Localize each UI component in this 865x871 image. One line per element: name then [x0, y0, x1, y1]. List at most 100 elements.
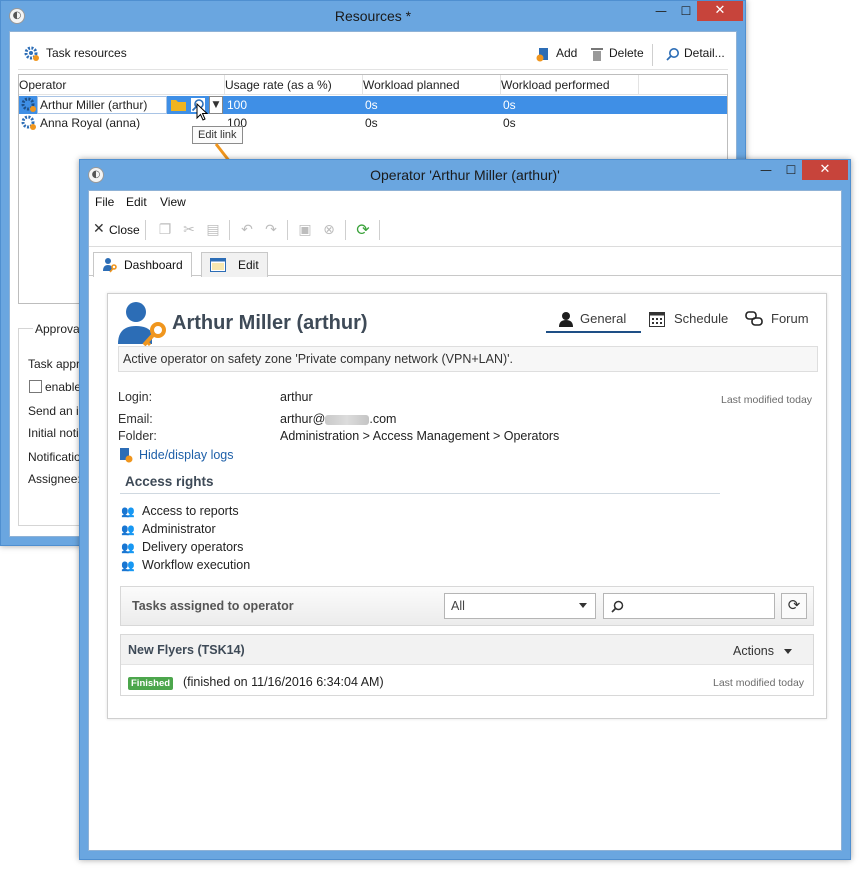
search-icon	[611, 600, 624, 613]
operator-toolbar: ✕ Close ❐ ✂ ▤ ↶ ↷ ▣ ⊗ ⟳	[89, 213, 841, 247]
task-filter-select[interactable]: All	[444, 593, 596, 619]
gear-person-icon	[24, 46, 39, 61]
nav-active-indicator	[546, 331, 641, 333]
menu-bar: File Edit View	[89, 191, 841, 213]
nav-general[interactable]: General	[580, 311, 626, 326]
table-row[interactable]: Arthur Miller (arthur) ▼ 100 0s 0s	[19, 96, 727, 114]
email-domain-redacted	[325, 414, 370, 425]
nav-forum[interactable]: Forum	[771, 311, 809, 326]
task-finished-text: (finished on 11/16/2016 6:34:04 AM)	[183, 675, 384, 689]
operator-avatar-icon	[118, 302, 166, 347]
tab-dashboard[interactable]: Dashboard	[93, 252, 192, 277]
maximize-icon[interactable]: ☐	[672, 1, 700, 21]
col-usage-rate[interactable]: Usage rate (as a %)	[225, 78, 332, 92]
group-icon: 👥	[121, 559, 135, 572]
access-right-item: 👥 Delivery operators	[121, 540, 243, 554]
minimize-icon[interactable]: —	[752, 160, 780, 180]
trash-icon	[591, 48, 603, 61]
close-icon[interactable]: ✕	[802, 160, 848, 180]
group-icon: 👥	[121, 523, 135, 536]
link-dropdown-button[interactable]: ▼	[209, 96, 223, 114]
access-rights-title: Access rights	[125, 474, 214, 489]
undo-icon[interactable]: ↶	[239, 222, 255, 238]
window-edit-icon	[210, 258, 226, 272]
access-right-label: Administrator	[142, 522, 216, 536]
tab-edit[interactable]: Edit	[201, 252, 268, 277]
operator-cell: Anna Royal (anna)	[40, 116, 141, 130]
folder-label: Folder:	[118, 429, 157, 443]
col-workload-performed[interactable]: Workload performed	[501, 78, 610, 92]
usage-rate-cell: 100	[227, 98, 248, 112]
grid-header: Operator Usage rate (as a %) Workload pl…	[19, 75, 727, 95]
enable-label: enable	[45, 380, 82, 394]
tab-edit-label: Edit	[238, 258, 259, 272]
tasks-title: Tasks assigned to operator	[132, 599, 294, 613]
paste-icon[interactable]: ▤	[205, 222, 221, 238]
delete-button[interactable]: Delete	[609, 46, 644, 60]
task-filter-value: All	[451, 599, 465, 613]
operator-link-value: Arthur Miller (arthur)	[40, 98, 148, 112]
send-label: Send an in	[28, 404, 86, 418]
operator-title-bar[interactable]: ◐ Operator 'Arthur Miller (arthur)' — ☐ …	[80, 160, 850, 190]
hide-display-logs-link[interactable]: Hide/display logs	[139, 448, 234, 462]
operator-icon	[21, 97, 36, 112]
refresh-icon[interactable]: ⟳	[355, 222, 371, 238]
task-header: New Flyers (TSK14) Actions	[121, 635, 813, 665]
task-search-input[interactable]	[603, 593, 775, 619]
task-actions-menu[interactable]: Actions	[733, 644, 792, 658]
close-icon[interactable]: ✕	[697, 1, 743, 21]
access-right-item: 👥 Administrator	[121, 522, 216, 536]
add-icon	[536, 48, 548, 62]
tasks-filter-bar: Tasks assigned to operator All ⟳	[120, 586, 814, 626]
toolbar-separator	[229, 220, 230, 240]
toolbar-separator	[287, 220, 288, 240]
chevron-down-icon	[579, 603, 587, 608]
folder-value: Administration > Access Management > Ope…	[280, 429, 560, 443]
save-icon[interactable]: ▣	[297, 222, 313, 238]
magnifier-icon	[666, 48, 679, 61]
operator-link-input[interactable]: Arthur Miller (arthur)	[37, 96, 167, 114]
task-name[interactable]: New Flyers (TSK14)	[128, 643, 245, 657]
operator-tabs: Dashboard Edit	[89, 248, 841, 277]
copy-icon[interactable]: ❐	[157, 222, 173, 238]
logs-icon	[120, 448, 133, 463]
access-right-label: Access to reports	[142, 504, 239, 518]
folder-icon[interactable]	[171, 98, 186, 111]
redo-icon[interactable]: ↷	[263, 222, 279, 238]
email-suffix: .com	[369, 412, 397, 426]
minimize-icon[interactable]: —	[647, 1, 675, 21]
email-value: arthur@ .com	[280, 412, 396, 426]
menu-file[interactable]: File	[95, 195, 114, 209]
menu-view[interactable]: View	[160, 195, 186, 209]
enable-checkbox[interactable]	[29, 380, 42, 393]
col-workload-planned[interactable]: Workload planned	[363, 78, 460, 92]
initial-notification-label: Initial noti	[28, 426, 79, 440]
operator-client: File Edit View ✕ Close ❐ ✂ ▤ ↶ ↷ ▣ ⊗ ⟳ D…	[88, 190, 842, 851]
nav-schedule[interactable]: Schedule	[674, 311, 728, 326]
operator-window: ◐ Operator 'Arthur Miller (arthur)' — ☐ …	[79, 159, 851, 860]
group-icon: 👥	[121, 541, 135, 554]
table-row[interactable]: Anna Royal (anna) 100 0s 0s	[19, 114, 727, 132]
access-right-label: Workflow execution	[142, 558, 251, 572]
operator-status-message: Active operator on safety zone 'Private …	[118, 346, 818, 372]
resources-window-title: Resources *	[334, 8, 412, 24]
close-button[interactable]: Close	[109, 223, 140, 237]
add-button[interactable]: Add	[556, 46, 577, 60]
access-right-item: 👥 Workflow execution	[121, 558, 250, 572]
menu-edit[interactable]: Edit	[126, 195, 147, 209]
operator-key-icon	[103, 258, 117, 273]
refresh-tasks-button[interactable]: ⟳	[781, 593, 807, 619]
toolbar-separator	[379, 220, 380, 240]
cancel-icon[interactable]: ⊗	[321, 222, 337, 238]
detail-button[interactable]: Detail...	[684, 46, 725, 60]
section-divider	[120, 493, 720, 494]
resources-title-bar[interactable]: ◐ Resources * — ☐ ✕	[1, 1, 745, 31]
col-operator[interactable]: Operator	[19, 78, 66, 92]
cut-icon[interactable]: ✂	[181, 222, 197, 238]
maximize-icon[interactable]: ☐	[777, 160, 805, 180]
task-resources-link[interactable]: Task resources	[46, 46, 127, 60]
mouse-cursor-icon	[196, 103, 208, 121]
toolbar-separator	[345, 220, 346, 240]
forum-icon	[745, 311, 763, 326]
user-icon	[559, 312, 573, 327]
